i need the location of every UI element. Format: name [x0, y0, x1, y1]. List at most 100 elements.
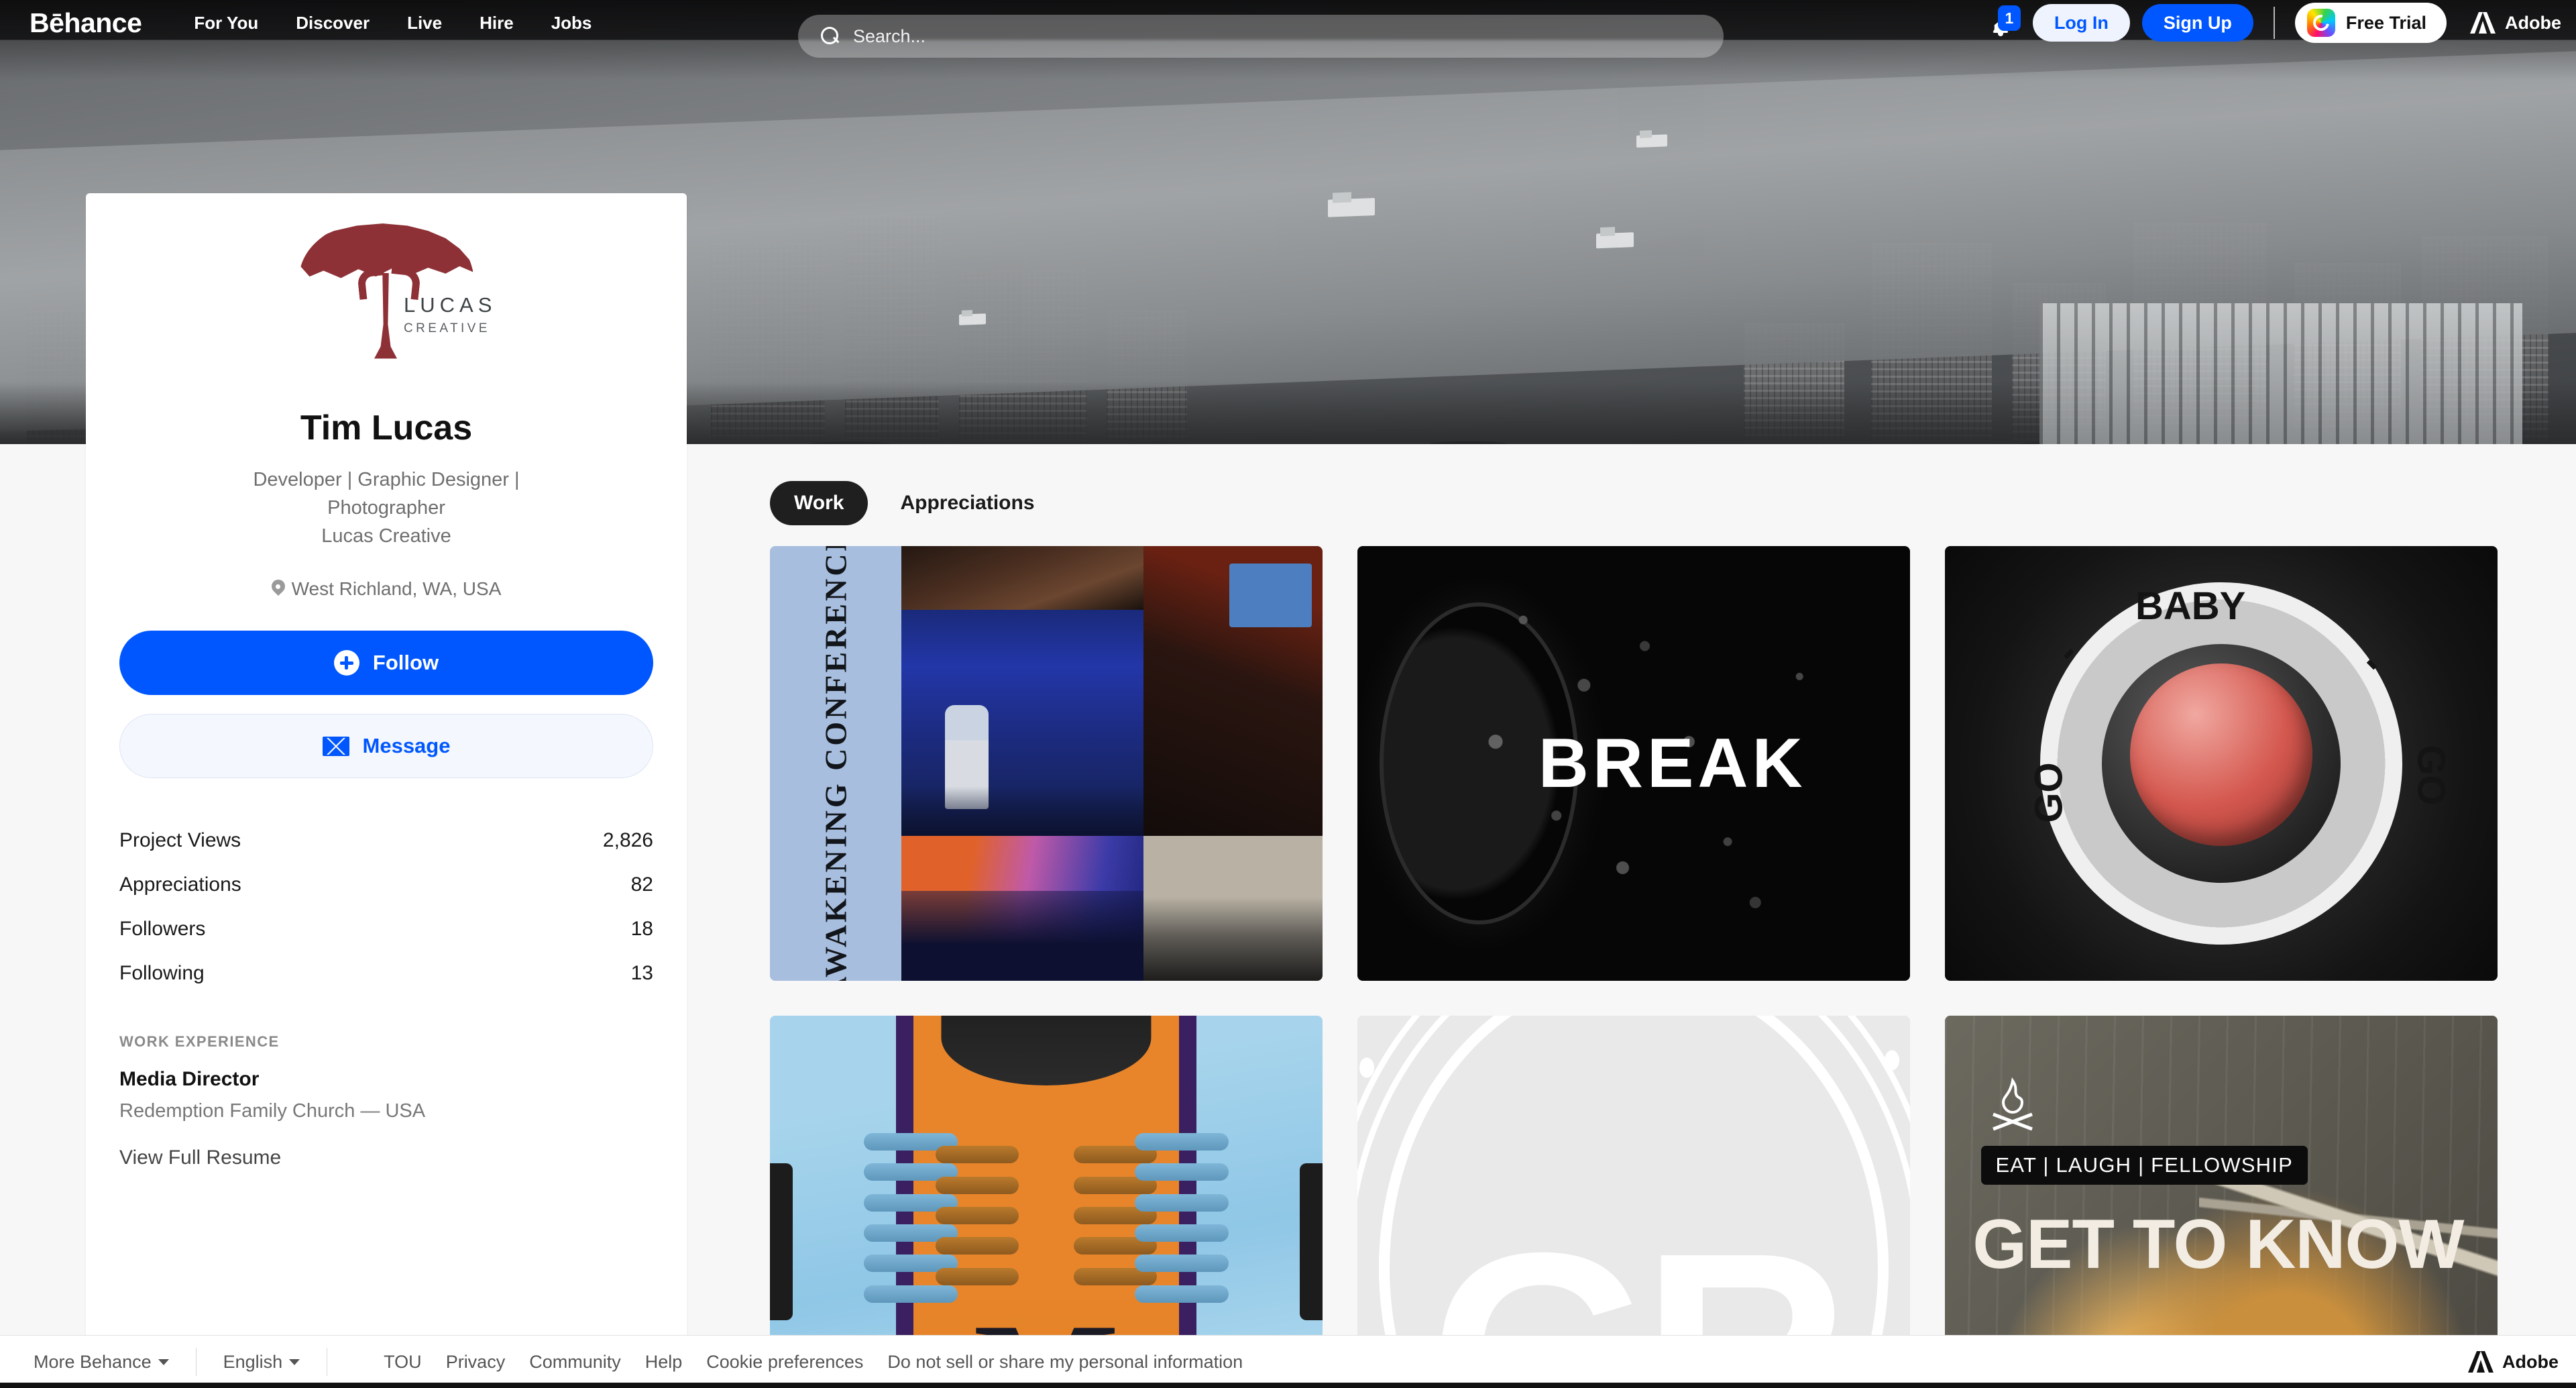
adobe-a-icon — [2469, 11, 2496, 34]
stat-row-appreciations[interactable]: Appreciations 82 — [119, 863, 653, 907]
nav-link-for-you[interactable]: For You — [194, 13, 258, 34]
footer-more-behance-dropdown[interactable]: More Behance — [34, 1352, 169, 1373]
notifications-button[interactable]: 1 — [1980, 1, 2023, 44]
nav-left-group: Bēhance For You Discover Live Hire Jobs — [30, 7, 610, 39]
project-grid: AWAKENING CONFERENCE BREAK BABY GO GO - … — [770, 546, 2500, 1388]
free-trial-button[interactable]: Free Trial — [2294, 3, 2447, 43]
footer-divider-1 — [195, 1348, 197, 1376]
awakening-photo-collage — [901, 546, 1323, 981]
search-icon — [821, 27, 840, 46]
stat-row-following[interactable]: Following 13 — [119, 951, 653, 996]
nav-link-hire[interactable]: Hire — [480, 13, 514, 34]
project-card-break[interactable]: BREAK — [1357, 546, 1910, 981]
footer-link-community[interactable]: Community — [529, 1352, 621, 1373]
collage-photo-crowd — [901, 546, 1143, 610]
footer-link-do-not-sell[interactable]: Do not sell or share my personal informa… — [887, 1352, 1243, 1373]
profile-avatar[interactable]: LUCAS CREATIVE — [119, 193, 653, 389]
page-root: Bēhance For You Discover Live Hire Jobs … — [0, 0, 2576, 1388]
bottom-bar — [0, 1383, 2576, 1388]
nav-link-live[interactable]: Live — [407, 13, 442, 34]
stat-label: Project Views — [119, 829, 241, 852]
footer-link-cookie-preferences[interactable]: Cookie preferences — [706, 1352, 863, 1373]
gr-family-headline-1: GET TO KNOW — [1972, 1205, 2464, 1283]
gr-family-tagline: EAT | LAUGH | FELLOWSHIP — [1980, 1146, 2308, 1185]
collage-photo-singers — [1143, 546, 1323, 836]
footer-links: TOU Privacy Community Help Cookie prefer… — [384, 1352, 1243, 1373]
search-placeholder: Search... — [853, 25, 926, 46]
adobe-logo[interactable]: Adobe — [2469, 11, 2561, 34]
profile-title-line-1: Developer | Graphic Designer | — [253, 469, 520, 490]
notification-badge: 1 — [1997, 5, 2021, 31]
envelope-icon — [322, 736, 349, 756]
profile-location: West Richland, WA, USA — [119, 578, 653, 600]
profile-name: Tim Lucas — [300, 409, 473, 447]
collage-photo-choir — [901, 836, 1143, 981]
job-title: Media Director — [119, 1068, 260, 1091]
logo-line-1: LUCAS — [404, 292, 497, 317]
stat-value: 18 — [630, 918, 653, 941]
work-experience-heading: WORK EXPERIENCE — [119, 1033, 280, 1051]
chevron-down-icon — [158, 1358, 169, 1365]
gbg-label-baby: BABY — [2135, 584, 2246, 628]
top-navigation-bar: Bēhance For You Discover Live Hire Jobs … — [0, 0, 2576, 58]
footer-language-label: English — [223, 1351, 283, 1372]
gbg-red-button — [2130, 663, 2312, 847]
project-title-awakening-conference: AWAKENING CONFERENCE — [818, 546, 853, 981]
nav-divider — [2273, 7, 2275, 39]
project-card-gr-emblem[interactable]: GR — [1357, 1016, 1910, 1388]
project-title-break: BREAK — [1538, 724, 1807, 802]
profile-sidebar: LUCAS CREATIVE Tim Lucas Developer | Gra… — [86, 193, 687, 1342]
stat-row-project-views[interactable]: Project Views 2,826 — [119, 818, 653, 863]
stat-label: Followers — [119, 918, 206, 941]
stat-value: 82 — [630, 873, 653, 896]
follow-button[interactable]: Follow — [119, 631, 653, 696]
profile-title-line-2: Photographer — [327, 497, 445, 519]
site-footer: More Behance English TOU Privacy Communi… — [0, 1335, 2576, 1388]
footer-link-help[interactable]: Help — [645, 1352, 683, 1373]
behance-logo[interactable]: Bēhance — [30, 7, 142, 39]
car-vent-left-panel — [770, 1163, 793, 1320]
car-vent-right-panel — [1300, 1163, 1323, 1320]
footer-adobe-logo[interactable]: Adobe — [2467, 1350, 2559, 1373]
stat-value: 13 — [630, 962, 653, 985]
sign-up-button[interactable]: Sign Up — [2141, 4, 2253, 42]
project-card-go-baby-go[interactable]: BABY GO GO - - — [1945, 546, 2498, 981]
adobe-wordmark: Adobe — [2502, 1351, 2559, 1372]
footer-more-behance-label: More Behance — [34, 1351, 152, 1372]
search-input[interactable]: Search... — [798, 15, 1724, 58]
nav-link-discover[interactable]: Discover — [296, 13, 370, 34]
gbg-label-go-right: GO — [2409, 745, 2453, 806]
log-in-button[interactable]: Log In — [2032, 4, 2130, 42]
chevron-down-icon — [289, 1358, 300, 1365]
gbg-label-go-left: GO — [2027, 762, 2071, 823]
plus-circle-icon — [333, 650, 359, 676]
nav-right-group: 1 Log In Sign Up Free Trial Adobe — [1980, 0, 2561, 46]
free-trial-label: Free Trial — [2345, 12, 2426, 33]
main-content: Work Appreciations AWAKENING CONFERENCE — [770, 470, 2500, 1388]
message-button-label: Message — [362, 734, 451, 758]
job-organization: Redemption Family Church — USA — [119, 1100, 426, 1122]
campfire-icon — [1984, 1077, 2041, 1134]
awakening-title-band: AWAKENING CONFERENCE — [770, 546, 901, 981]
footer-link-privacy[interactable]: Privacy — [446, 1352, 506, 1373]
footer-link-tou[interactable]: TOU — [384, 1352, 422, 1373]
message-button[interactable]: Message — [119, 714, 653, 779]
stat-row-followers[interactable]: Followers 18 — [119, 907, 653, 951]
collage-photo-auditorium — [1143, 836, 1323, 981]
profile-location-text: West Richland, WA, USA — [291, 578, 502, 600]
lucas-creative-logo: LUCAS CREATIVE — [299, 219, 492, 364]
footer-language-dropdown[interactable]: English — [223, 1352, 300, 1373]
logo-line-2: CREATIVE — [404, 321, 490, 335]
project-card-gr-family[interactable]: EAT | LAUGH | FELLOWSHIP GET TO KNOW THE… — [1945, 1016, 2498, 1388]
adobe-a-icon — [2467, 1350, 2494, 1373]
tab-work[interactable]: Work — [770, 481, 869, 525]
project-card-awakening-conference[interactable]: AWAKENING CONFERENCE — [770, 546, 1323, 981]
stat-label: Appreciations — [119, 873, 241, 896]
nav-link-jobs[interactable]: Jobs — [551, 13, 592, 34]
tab-appreciations[interactable]: Appreciations — [876, 481, 1058, 525]
creative-cloud-icon — [2306, 9, 2335, 37]
project-card-car-hood[interactable]: M — [770, 1016, 1323, 1388]
profile-title: Developer | Graphic Designer | Photograp… — [119, 466, 653, 550]
collage-photo-speaker — [901, 610, 1143, 836]
view-full-resume-link[interactable]: View Full Resume — [119, 1146, 653, 1169]
